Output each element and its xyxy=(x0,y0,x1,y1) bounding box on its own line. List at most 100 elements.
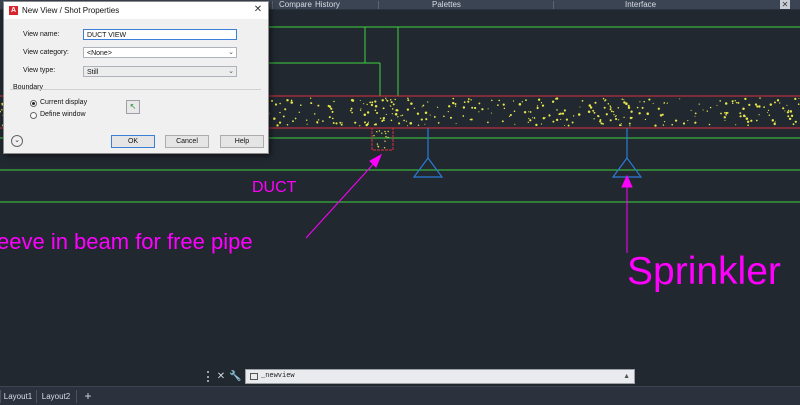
concrete-speckle xyxy=(690,109,692,111)
concrete-speckle xyxy=(532,117,534,119)
chevron-up-icon[interactable]: ▲ xyxy=(623,370,630,383)
concrete-speckle xyxy=(313,113,316,115)
concrete-speckle xyxy=(367,121,369,123)
expand-dialog-button[interactable]: ⌄ xyxy=(11,135,23,147)
concrete-speckle xyxy=(735,124,737,126)
drag-grip-handle[interactable] xyxy=(207,371,214,382)
concrete-speckle xyxy=(671,123,674,126)
concrete-speckle xyxy=(462,106,466,109)
concrete-speckle xyxy=(654,124,657,127)
tab-separator xyxy=(36,390,37,403)
ok-button[interactable]: OK xyxy=(111,135,155,148)
ribbon-separator xyxy=(378,1,379,9)
tab-layout2[interactable]: Layout2 xyxy=(40,389,72,404)
ribbon-tab-history[interactable]: History xyxy=(315,0,340,9)
concrete-speckle xyxy=(638,112,641,115)
concrete-speckle xyxy=(417,113,419,115)
view-type-select[interactable]: Still ⌄ xyxy=(83,66,237,77)
concrete-speckle xyxy=(381,99,384,102)
concrete-speckle xyxy=(389,99,392,101)
concrete-speckle xyxy=(455,123,457,125)
concrete-speckle xyxy=(427,101,429,103)
concrete-speckle xyxy=(602,97,605,100)
add-layout-icon[interactable]: + xyxy=(80,389,96,404)
concrete-speckle xyxy=(652,102,654,104)
concrete-speckle xyxy=(768,114,771,116)
concrete-speckle xyxy=(452,101,455,105)
concrete-speckle xyxy=(620,124,622,126)
ribbon-close-icon[interactable]: ✕ xyxy=(780,0,790,9)
wrench-icon[interactable]: 🔧 xyxy=(229,369,241,384)
concrete-speckle xyxy=(636,106,639,109)
concrete-speckle xyxy=(536,106,539,110)
concrete-speckle xyxy=(429,114,431,116)
concrete-speckle xyxy=(359,125,361,127)
concrete-speckle xyxy=(421,106,423,108)
ribbon-tab-interface[interactable]: Interface xyxy=(625,0,656,9)
concrete-speckle xyxy=(384,140,386,142)
concrete-speckle xyxy=(273,117,276,120)
concrete-speckle xyxy=(724,102,728,105)
concrete-speckle xyxy=(528,117,530,120)
concrete-speckle xyxy=(548,114,551,117)
concrete-speckle xyxy=(390,105,392,107)
command-prompt-icon xyxy=(250,373,258,380)
concrete-speckle xyxy=(363,103,365,105)
current-display-radio[interactable] xyxy=(30,100,37,107)
concrete-speckle xyxy=(509,113,512,117)
cancel-button[interactable]: Cancel xyxy=(165,135,209,148)
concrete-speckle xyxy=(371,101,374,104)
concrete-speckle xyxy=(409,122,413,125)
concrete-speckle xyxy=(359,99,361,102)
ribbon-tab-compare[interactable]: Compare xyxy=(279,0,312,9)
concrete-speckle xyxy=(331,117,334,120)
concrete-speckle xyxy=(786,111,790,114)
concrete-speckle xyxy=(331,110,334,113)
concrete-speckle xyxy=(276,124,279,127)
help-button[interactable]: Help xyxy=(220,135,264,148)
concrete-speckle xyxy=(502,103,505,106)
concrete-speckle xyxy=(514,123,516,125)
command-input[interactable]: _newview ▲ xyxy=(245,369,635,384)
concrete-speckle xyxy=(270,99,274,102)
concrete-speckle xyxy=(298,111,301,114)
concrete-speckle xyxy=(339,121,342,124)
concrete-speckle xyxy=(587,110,591,114)
dialog-title-bar[interactable]: A New View / Shot Properties ✕ xyxy=(4,2,268,19)
concrete-speckle xyxy=(360,108,362,110)
pick-window-button[interactable]: ↖ xyxy=(126,100,140,114)
concrete-speckle xyxy=(447,110,449,113)
concrete-speckle xyxy=(724,119,726,121)
close-icon[interactable]: ✕ xyxy=(252,4,264,16)
concrete-speckle xyxy=(335,122,338,125)
concrete-speckle xyxy=(382,119,385,121)
ribbon-tab-palettes[interactable]: Palettes xyxy=(432,0,461,9)
tab-layout1[interactable]: Layout1 xyxy=(2,389,34,404)
concrete-speckle xyxy=(609,108,612,111)
concrete-speckle xyxy=(397,116,399,118)
concrete-speckle xyxy=(379,117,382,120)
concrete-speckle xyxy=(723,116,726,119)
concrete-speckle xyxy=(529,111,532,113)
concrete-speckle xyxy=(279,102,281,105)
layout-tab-bar: Layout1 Layout2 + xyxy=(0,386,800,405)
concrete-speckle xyxy=(604,99,606,102)
concrete-speckle xyxy=(674,119,678,122)
view-name-field[interactable]: DUCT VIEW xyxy=(83,29,237,40)
close-icon[interactable]: ✕ xyxy=(216,369,226,384)
concrete-speckle xyxy=(537,98,541,101)
concrete-speckle xyxy=(552,120,555,123)
concrete-speckle xyxy=(467,98,470,100)
concrete-speckle xyxy=(773,122,776,124)
define-window-radio[interactable] xyxy=(30,112,37,119)
view-category-select[interactable]: <None> ⌄ xyxy=(83,47,237,58)
dialog-title: New View / Shot Properties xyxy=(22,6,120,15)
concrete-speckle xyxy=(756,105,759,108)
concrete-speckle xyxy=(407,99,410,102)
concrete-speckle xyxy=(679,98,681,100)
concrete-speckle xyxy=(716,104,718,106)
concrete-speckle xyxy=(330,107,333,110)
concrete-speckle xyxy=(317,104,320,107)
duct-label: DUCT xyxy=(252,179,297,196)
concrete-speckle xyxy=(564,124,566,126)
